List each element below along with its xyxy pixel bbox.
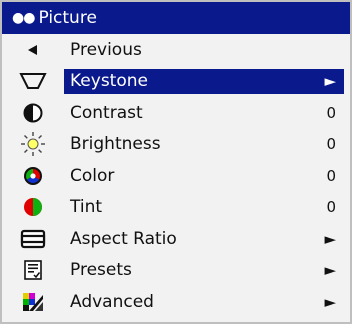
menu-item-label: Keystone <box>64 68 344 94</box>
menu-title: Picture <box>38 8 97 28</box>
picture-menu: ●● Picture Previous Keystone ► Contrast … <box>0 0 352 324</box>
tint-circle-icon <box>24 198 42 217</box>
sun-icon <box>21 132 45 157</box>
menu-item-aspect-ratio[interactable]: Aspect Ratio ► <box>2 223 350 255</box>
presets-icon <box>24 260 42 281</box>
two-dots-icon: ●● <box>12 10 35 26</box>
menu-item-label: Tint <box>70 197 103 218</box>
submenu-arrow-icon: ► <box>324 229 336 248</box>
menu-item-value: 0 <box>326 103 336 122</box>
menu-item-label: Advanced <box>70 291 154 312</box>
menu-item-presets[interactable]: Presets ► <box>2 255 350 287</box>
menu-item-advanced[interactable]: Advanced ► <box>2 286 350 318</box>
menu-item-value: 0 <box>326 198 336 217</box>
contrast-halfcircle-icon <box>23 103 43 123</box>
menu-item-brightness[interactable]: Brightness 0 <box>2 129 350 161</box>
menu-item-contrast[interactable]: Contrast 0 <box>2 97 350 129</box>
menu-header: ●● Picture <box>2 2 350 34</box>
submenu-arrow-icon: ► <box>324 261 336 280</box>
submenu-arrow-icon: ► <box>324 292 336 311</box>
aspect-ratio-icon <box>20 229 46 248</box>
menu-item-label: Brightness <box>70 134 161 155</box>
menu-item-color[interactable]: Color 0 <box>2 160 350 192</box>
advanced-pattern-icon <box>23 292 43 311</box>
menu-item-keystone[interactable]: Keystone ► <box>2 66 350 98</box>
menu-item-label: Previous <box>70 39 142 60</box>
menu-item-label: Aspect Ratio <box>70 228 177 249</box>
menu-item-label: Presets <box>70 260 132 281</box>
menu-item-label: Color <box>70 165 115 186</box>
left-triangle-icon <box>28 44 37 55</box>
menu-item-previous[interactable]: Previous <box>2 34 350 66</box>
keystone-trapezoid-icon <box>19 73 47 90</box>
color-wheel-icon <box>24 166 42 185</box>
menu-item-tint[interactable]: Tint 0 <box>2 192 350 224</box>
submenu-arrow-icon: ► <box>324 72 336 91</box>
menu-item-value: 0 <box>326 166 336 185</box>
menu-item-value: 0 <box>326 135 336 154</box>
menu-item-label: Contrast <box>70 102 143 123</box>
